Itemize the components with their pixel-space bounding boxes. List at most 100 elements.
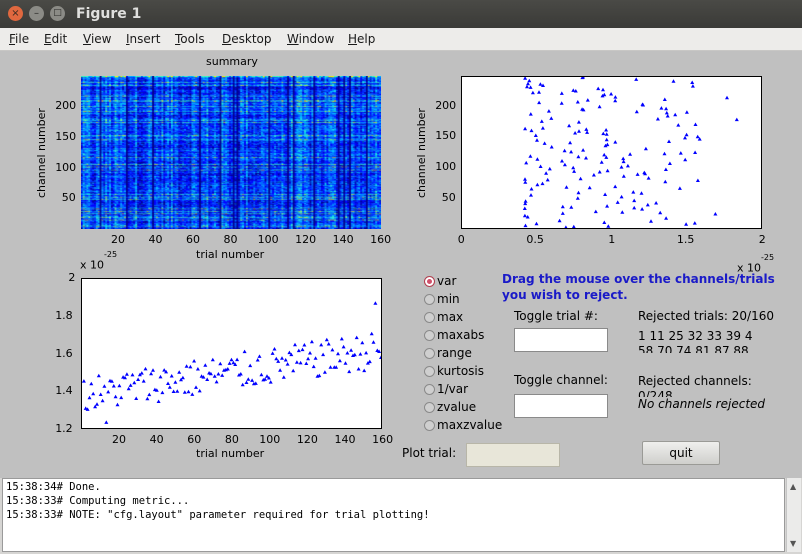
quit-button[interactable]: quit xyxy=(642,441,720,465)
trial-point xyxy=(337,358,342,363)
metric-radio-var[interactable]: var xyxy=(424,274,456,288)
channel-point xyxy=(667,161,672,165)
metric-radio-zvalue[interactable]: zvalue xyxy=(424,400,476,414)
menu-tools[interactable]: Tools xyxy=(175,32,205,46)
menu-bar: File Edit View Insert Tools Desktop Wind… xyxy=(0,28,802,51)
channel-point xyxy=(606,224,611,228)
trial-point xyxy=(117,383,122,388)
channel-point xyxy=(542,141,547,145)
channel-scatter-plot[interactable] xyxy=(462,75,761,229)
channel-point xyxy=(677,186,682,190)
metric-radio-range[interactable]: range xyxy=(424,346,472,360)
trial-scatter-ytick: 1.8 xyxy=(55,308,73,322)
channel-point xyxy=(544,171,549,175)
channel-point xyxy=(646,176,651,180)
summary-title: summary xyxy=(206,55,258,68)
channel-point xyxy=(559,101,564,105)
channel-scatter-xtick: 0.5 xyxy=(526,233,544,246)
channel-point xyxy=(643,146,648,151)
channel-point xyxy=(569,205,574,209)
channel-point xyxy=(535,138,539,142)
trial-point xyxy=(184,364,189,368)
trial-point xyxy=(298,360,303,365)
channel-point xyxy=(522,213,527,218)
channel-point xyxy=(619,194,624,199)
toggle-channel-input[interactable] xyxy=(514,394,608,418)
channel-point xyxy=(613,95,618,99)
channel-point xyxy=(690,84,695,88)
trial-scatter-xtick: 140 xyxy=(334,433,356,446)
metric-radio-maxabs[interactable]: maxabs xyxy=(424,328,484,342)
trial-point xyxy=(177,370,182,374)
trial-point xyxy=(283,358,288,362)
metric-radio-min[interactable]: min xyxy=(424,292,460,306)
trial-scatter-xtick: 20 xyxy=(112,433,127,446)
trial-point xyxy=(272,347,277,351)
trial-point xyxy=(309,339,314,344)
channel-point xyxy=(683,135,687,140)
channel-point xyxy=(613,184,618,189)
trial-point xyxy=(364,350,369,355)
channel-point xyxy=(584,156,588,160)
channel-point xyxy=(545,177,550,182)
channel-scatter-ytick: 150 xyxy=(435,129,457,143)
trial-scatter-axes[interactable] xyxy=(81,278,383,429)
metric-radio-1var[interactable]: 1/var xyxy=(424,382,468,396)
metric-radio-max[interactable]: max xyxy=(424,310,463,324)
summary-heatmap[interactable] xyxy=(81,76,381,229)
channel-point xyxy=(684,110,689,114)
channel-scatter-axes[interactable] xyxy=(461,75,762,229)
channel-point xyxy=(621,159,626,164)
trial-point xyxy=(136,377,141,381)
metric-radio-kurtosis[interactable]: kurtosis xyxy=(424,364,484,378)
trial-point xyxy=(115,402,120,407)
channel-point xyxy=(663,179,668,184)
trial-point xyxy=(280,356,284,360)
menu-window[interactable]: Window xyxy=(287,32,334,46)
channel-scatter-xtick: 1.5 xyxy=(676,233,695,246)
summary-xtick: 40 xyxy=(148,233,163,246)
channel-point xyxy=(654,201,659,205)
radio-icon xyxy=(424,402,435,413)
trial-point xyxy=(330,347,335,352)
channel-point xyxy=(539,119,544,123)
channel-point xyxy=(690,80,695,84)
minimize-button[interactable]: – xyxy=(29,6,44,21)
rejected-channels-count: 0/248 xyxy=(638,389,673,397)
maximize-button[interactable]: □ xyxy=(50,6,65,21)
toggle-trial-input[interactable] xyxy=(514,328,608,352)
channel-point xyxy=(673,112,678,117)
menu-desktop[interactable]: Desktop xyxy=(222,32,272,46)
trial-point xyxy=(257,354,262,358)
scroll-down-icon[interactable]: ▼ xyxy=(790,539,796,548)
trial-scatter-plot[interactable] xyxy=(81,279,383,428)
scroll-up-icon[interactable]: ▲ xyxy=(790,482,796,491)
trial-point xyxy=(91,391,96,396)
close-button[interactable]: × xyxy=(8,6,23,21)
menu-insert[interactable]: Insert xyxy=(126,32,160,46)
console-line: 15:38:33# Computing metric... xyxy=(6,495,190,507)
trial-point xyxy=(160,390,165,395)
menu-file[interactable]: File xyxy=(9,32,29,46)
menu-help[interactable]: Help xyxy=(348,32,375,46)
channel-point xyxy=(585,130,590,134)
channel-point xyxy=(529,128,534,133)
menu-view[interactable]: View xyxy=(83,32,111,46)
plot-trial-input[interactable] xyxy=(466,443,560,467)
channel-point xyxy=(597,170,602,174)
radio-icon xyxy=(424,312,435,323)
summary-heatmap-axes[interactable] xyxy=(81,76,381,229)
channel-point xyxy=(615,200,620,204)
trial-point xyxy=(124,372,129,376)
console-scrollbar[interactable]: ▲ ▼ xyxy=(786,478,801,552)
metric-radio-maxzvalue[interactable]: maxzvalue xyxy=(424,418,502,432)
summary-ytick: 150 xyxy=(55,129,77,143)
summary-xtick: 100 xyxy=(257,233,279,246)
console-log[interactable]: 15:38:34# Done. 15:38:33# Computing metr… xyxy=(2,478,785,552)
trial-point xyxy=(259,372,264,377)
menu-edit[interactable]: Edit xyxy=(44,32,67,46)
summary-xlabel: trial number xyxy=(196,248,265,261)
radio-selected-icon xyxy=(424,276,435,287)
trial-point xyxy=(89,381,94,386)
channel-point xyxy=(523,126,528,131)
